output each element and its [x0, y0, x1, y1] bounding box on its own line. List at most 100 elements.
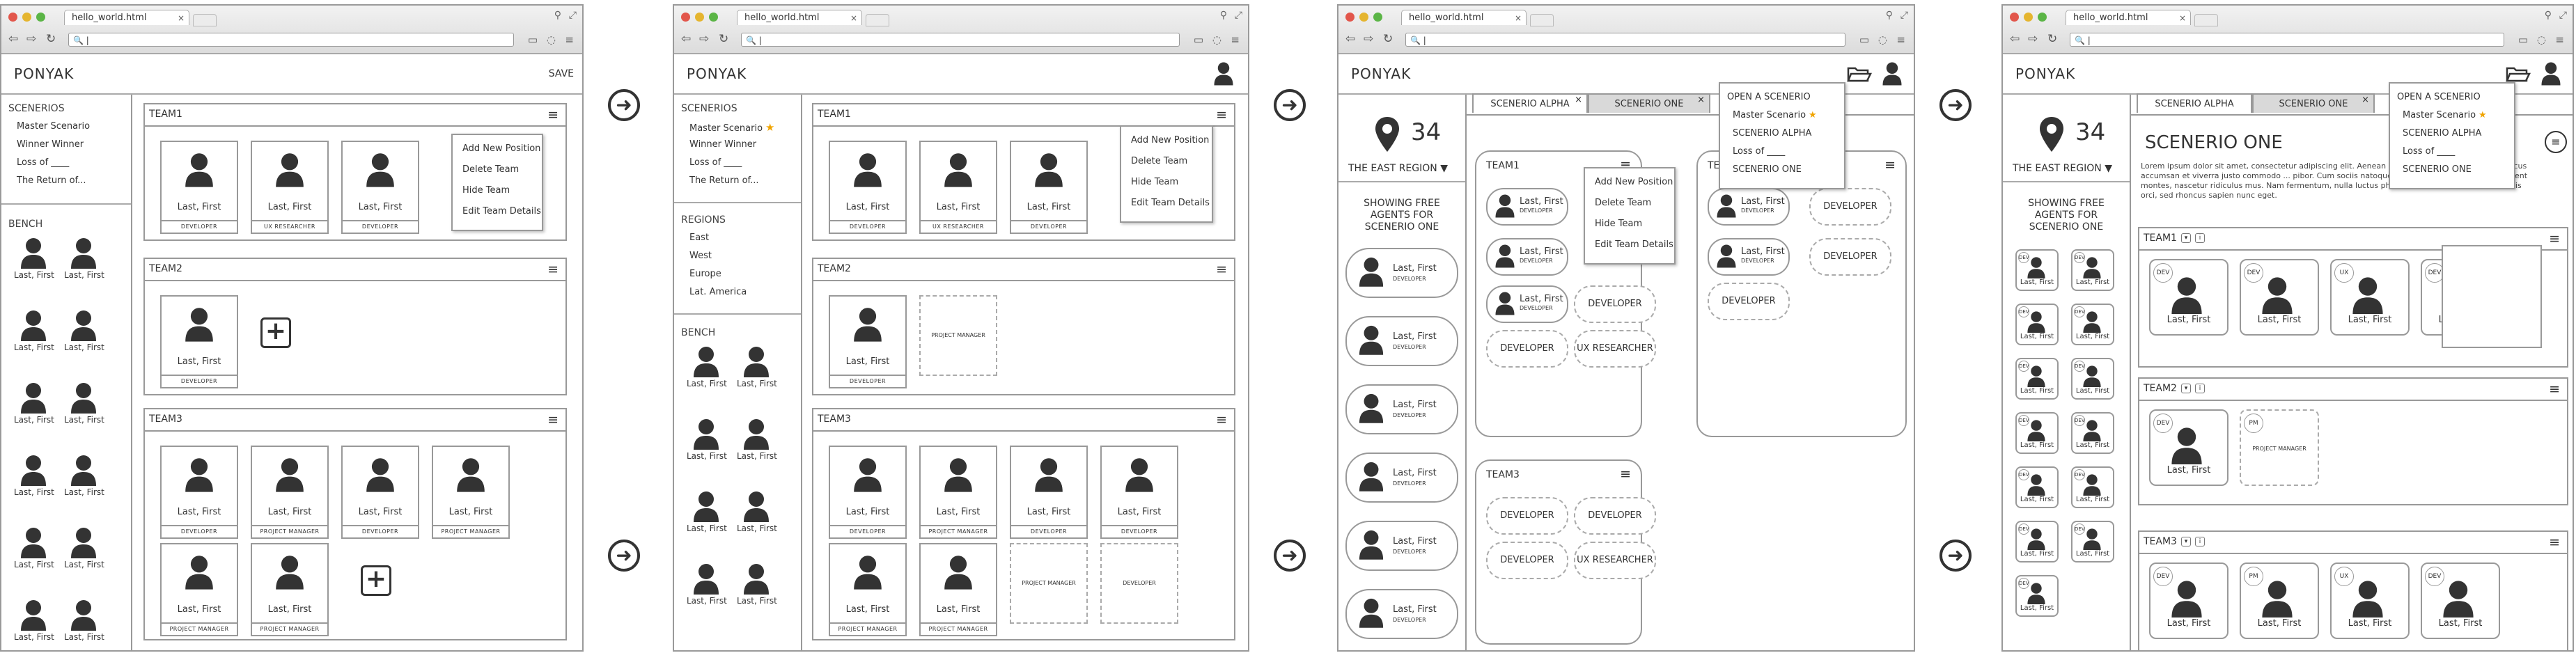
browser-tab[interactable]: hello_world.html ×	[64, 10, 189, 25]
info-icon[interactable]: i	[2194, 384, 2205, 393]
close-window-icon[interactable]	[681, 13, 690, 22]
reload-icon[interactable]: ↻	[2047, 32, 2057, 46]
minimize-window-icon[interactable]	[2024, 13, 2033, 22]
menu-item-loss[interactable]: Loss of ____	[1733, 146, 1785, 157]
member-card[interactable]: Last, First DEVELOPER	[1100, 446, 1178, 539]
scenario-item[interactable]: Winner Winner	[17, 139, 84, 150]
tab-close-icon[interactable]: ×	[178, 10, 185, 26]
scenario-item[interactable]: Loss of ____	[17, 157, 69, 168]
close-window-icon[interactable]	[1345, 13, 1355, 22]
collapse-icon[interactable]: ▾	[2180, 384, 2191, 393]
menu-item-hide-team[interactable]: Hide Team	[462, 185, 510, 196]
open-slot[interactable]: UX RESEARCHER	[1574, 542, 1656, 579]
member-card[interactable]: DEV Last, First	[2421, 562, 2500, 639]
open-slot[interactable]: DEVELOPER	[1809, 238, 1891, 276]
member-card[interactable]: Last, First UX RESEARCHER	[919, 141, 997, 234]
member-card[interactable]: DEV Last, First	[2149, 259, 2228, 336]
free-agent-card[interactable]: DEV Last, First	[2071, 304, 2114, 345]
scenario-item[interactable]: Winner Winner	[689, 139, 756, 150]
scenario-item-master[interactable]: Master Scenario ★	[689, 121, 775, 134]
user-icon[interactable]: ⚲	[1220, 10, 1227, 21]
scenario-item[interactable]: The Return of...	[17, 175, 86, 186]
member-card[interactable]: Last, First DEVELOPER	[829, 446, 907, 539]
member-card[interactable]: DEV Last, First	[2240, 259, 2319, 336]
reload-icon[interactable]: ↻	[719, 32, 728, 46]
close-icon[interactable]: ×	[2362, 91, 2369, 110]
bookmark-icon[interactable]: ◌	[1212, 33, 1221, 46]
open-position[interactable]: PM PROJECT MANAGER	[2240, 409, 2319, 486]
browser-tab[interactable]: hello_world.html ×	[1401, 10, 1527, 25]
reload-icon[interactable]: ↻	[1383, 32, 1393, 46]
member-card[interactable]: DEV Last, First	[2149, 562, 2228, 639]
reload-icon[interactable]: ↻	[46, 32, 56, 46]
info-icon[interactable]: i	[2194, 537, 2205, 546]
member-card[interactable]: UX Last, First	[2330, 562, 2410, 639]
forward-icon[interactable]: ⇨	[699, 32, 709, 46]
menu-item-master[interactable]: Master Scenario ★	[1733, 110, 1817, 120]
bench-person[interactable]: Last, First	[737, 345, 777, 388]
team-menu-icon[interactable]: ≡	[547, 107, 559, 123]
menu-item-scenario-one[interactable]: SCENERIO ONE	[1733, 164, 1802, 175]
bench-person[interactable]: Last, First	[737, 418, 777, 461]
free-agent-card[interactable]: DEV Last, First	[2071, 249, 2114, 291]
back-icon[interactable]: ⇦	[1345, 32, 1355, 46]
region-select[interactable]: THE EAST REGION ▼	[2013, 163, 2112, 174]
filled-slot[interactable]: Last, First DEVELOPER	[1486, 285, 1568, 323]
maximize-window-icon[interactable]	[1373, 13, 1382, 22]
bench-person[interactable]: Last, First	[64, 454, 104, 497]
minimize-window-icon[interactable]	[22, 13, 31, 22]
member-card[interactable]: Last, First PROJECT MANAGER	[829, 543, 907, 636]
member-card[interactable]: Last, First PROJECT MANAGER	[251, 446, 329, 539]
maximize-window-icon[interactable]	[2038, 13, 2047, 22]
browser-tab[interactable]: hello_world.html ×	[2066, 10, 2191, 25]
open-slot[interactable]: DEVELOPER	[1486, 497, 1568, 535]
open-slot[interactable]: DEVELOPER	[1574, 285, 1656, 323]
bench-person[interactable]: Last, First	[737, 562, 777, 606]
menu-icon[interactable]: ≡	[1896, 33, 1905, 46]
url-input[interactable]: 🔍 |	[1405, 33, 1845, 47]
free-agent-card[interactable]: DEV Last, First	[2015, 521, 2059, 562]
close-window-icon[interactable]	[8, 13, 17, 22]
fullscreen-icon[interactable]: ⤢	[2559, 10, 2567, 21]
collapse-icon[interactable]: ▾	[2180, 233, 2191, 243]
new-tab-button[interactable]	[866, 14, 889, 26]
reader-icon[interactable]: ▭	[1859, 33, 1869, 46]
open-slot[interactable]: DEVELOPER	[1708, 283, 1790, 320]
bench-person[interactable]: Last, First	[687, 418, 727, 461]
bench-person[interactable]: Last, First	[64, 381, 104, 425]
free-agent[interactable]: Last, First DEVELOPER	[1345, 316, 1458, 366]
user-profile-icon[interactable]	[2540, 61, 2561, 86]
filled-slot[interactable]: Last, First DEVELOPER	[1486, 238, 1568, 276]
bench-person[interactable]: Last, First	[64, 309, 104, 352]
member-card[interactable]: Last, First PROJECT MANAGER	[919, 446, 997, 539]
free-agent-card[interactable]: DEV Last, First	[2015, 412, 2059, 454]
menu-icon[interactable]: ≡	[2555, 33, 2564, 46]
forward-icon[interactable]: ⇨	[2028, 32, 2038, 46]
menu-item-hide-team[interactable]: Hide Team	[1131, 177, 1178, 187]
region-item[interactable]: East	[689, 233, 709, 243]
bookmark-icon[interactable]: ◌	[2537, 33, 2546, 46]
free-agent[interactable]: Last, First DEVELOPER	[1345, 384, 1458, 434]
forward-icon[interactable]: ⇨	[26, 32, 36, 46]
tab-close-icon[interactable]: ×	[850, 10, 857, 26]
user-profile-icon[interactable]	[1213, 61, 1234, 86]
scenario-item[interactable]: Master Scenario	[17, 121, 90, 132]
open-position[interactable]: PROJECT MANAGER	[1010, 543, 1088, 624]
menu-item-hide-team[interactable]: Hide Team	[1595, 219, 1642, 229]
region-item[interactable]: Europe	[689, 269, 721, 279]
forward-icon[interactable]: ⇨	[1364, 32, 1373, 46]
menu-icon[interactable]: ≡	[1231, 33, 1240, 46]
fullscreen-icon[interactable]: ⤢	[1900, 10, 1908, 21]
fullscreen-icon[interactable]: ⤢	[1235, 10, 1242, 21]
menu-item-scenario-one[interactable]: SCENERIO ONE	[2403, 164, 2472, 175]
close-window-icon[interactable]	[2010, 13, 2019, 22]
tab-close-icon[interactable]: ×	[2179, 10, 2186, 26]
info-icon[interactable]: i	[2194, 233, 2205, 243]
hamburger-icon[interactable]: ≡	[2545, 131, 2567, 153]
menu-item-add-position[interactable]: Add New Position	[462, 143, 540, 154]
region-item[interactable]: Lat. America	[689, 287, 747, 297]
tab-close-icon[interactable]: ×	[1515, 10, 1522, 26]
menu-item-delete-team[interactable]: Delete Team	[1131, 156, 1187, 166]
team-menu-icon[interactable]: ≡	[1216, 412, 1227, 427]
new-tab-button[interactable]	[2194, 14, 2218, 26]
